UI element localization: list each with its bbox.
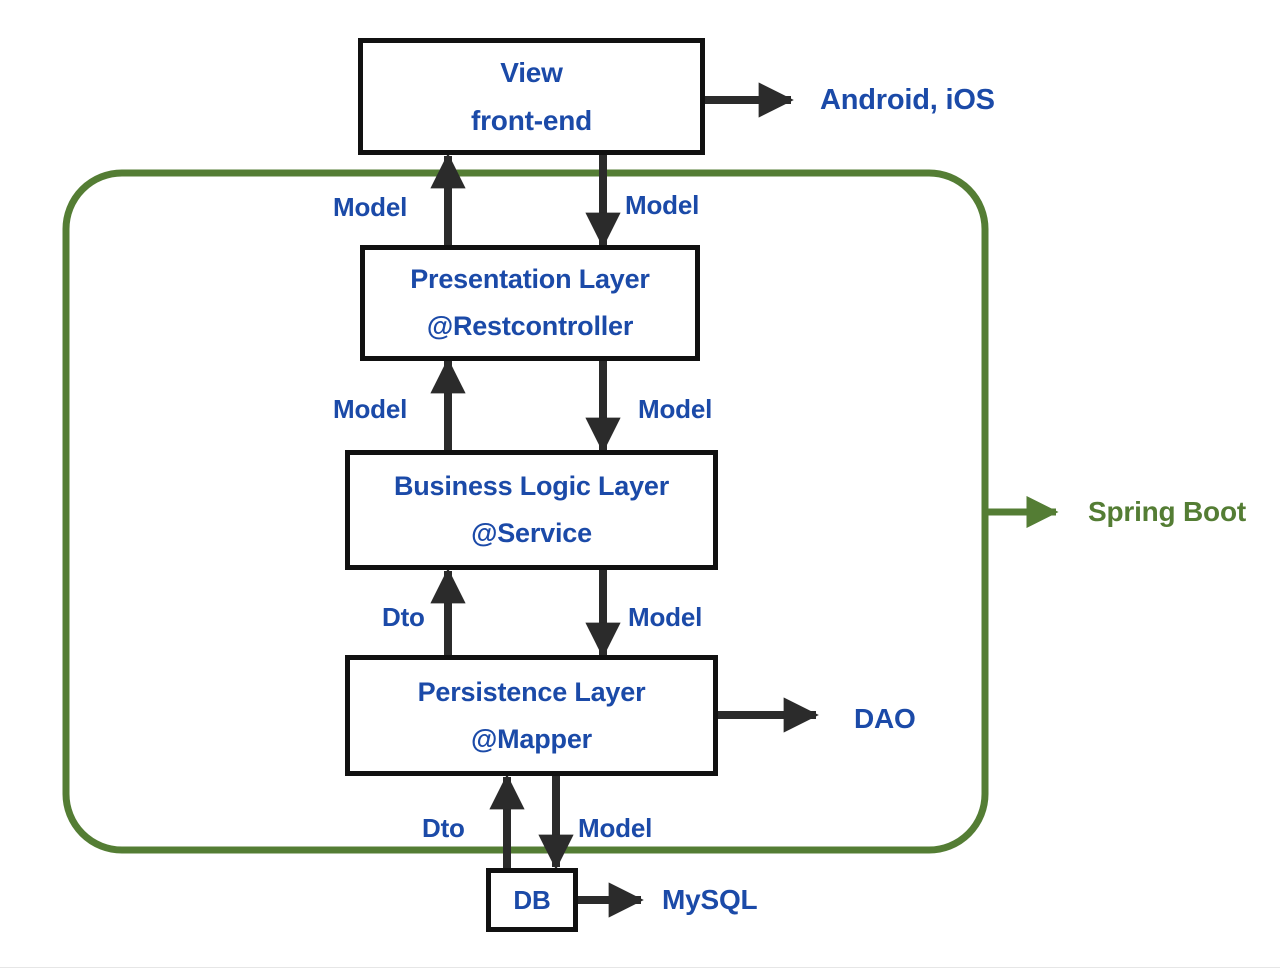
node-business-logic-layer[interactable]: Business Logic Layer @Service <box>345 450 718 570</box>
edge-label-persistence-to-business: Dto <box>382 602 425 632</box>
node-db[interactable]: DB <box>486 868 578 932</box>
edge-label-presentation-to-view: Model <box>333 192 408 222</box>
node-presentation-layer[interactable]: Presentation Layer @Restcontroller <box>360 245 700 361</box>
page-bottom-edge <box>0 967 1280 968</box>
node-db-title: DB <box>513 884 551 915</box>
node-view-subtitle: front-end <box>470 104 593 136</box>
node-presentation-subtitle: @Restcontroller <box>426 311 634 341</box>
node-business-subtitle: @Service <box>471 518 592 548</box>
edge-label-view-to-presentation: Model <box>625 190 700 220</box>
node-persistence-layer[interactable]: Persistence Layer @Mapper <box>345 655 718 776</box>
diagram-canvas: View front-end Presentation Layer @Restc… <box>0 0 1280 974</box>
node-business-title: Business Logic Layer <box>393 471 670 501</box>
node-persistence-subtitle: @Mapper <box>471 723 592 754</box>
external-label-spring-boot: Spring Boot <box>1088 496 1246 527</box>
external-label-clients: Android, iOS <box>820 84 995 116</box>
external-label-dao: DAO <box>854 703 916 734</box>
edge-label-presentation-to-business: Model <box>638 394 713 424</box>
external-label-mysql: MySQL <box>662 884 758 915</box>
node-view-title: View <box>500 56 563 88</box>
node-presentation-title: Presentation Layer <box>410 264 650 294</box>
node-view[interactable]: View front-end <box>358 38 705 155</box>
edge-label-db-to-persistence: Dto <box>422 813 465 843</box>
edge-label-business-to-persistence: Model <box>628 602 703 632</box>
edge-label-persistence-to-db: Model <box>578 813 653 843</box>
node-persistence-title: Persistence Layer <box>417 676 646 707</box>
edge-label-business-to-presentation: Model <box>333 394 408 424</box>
